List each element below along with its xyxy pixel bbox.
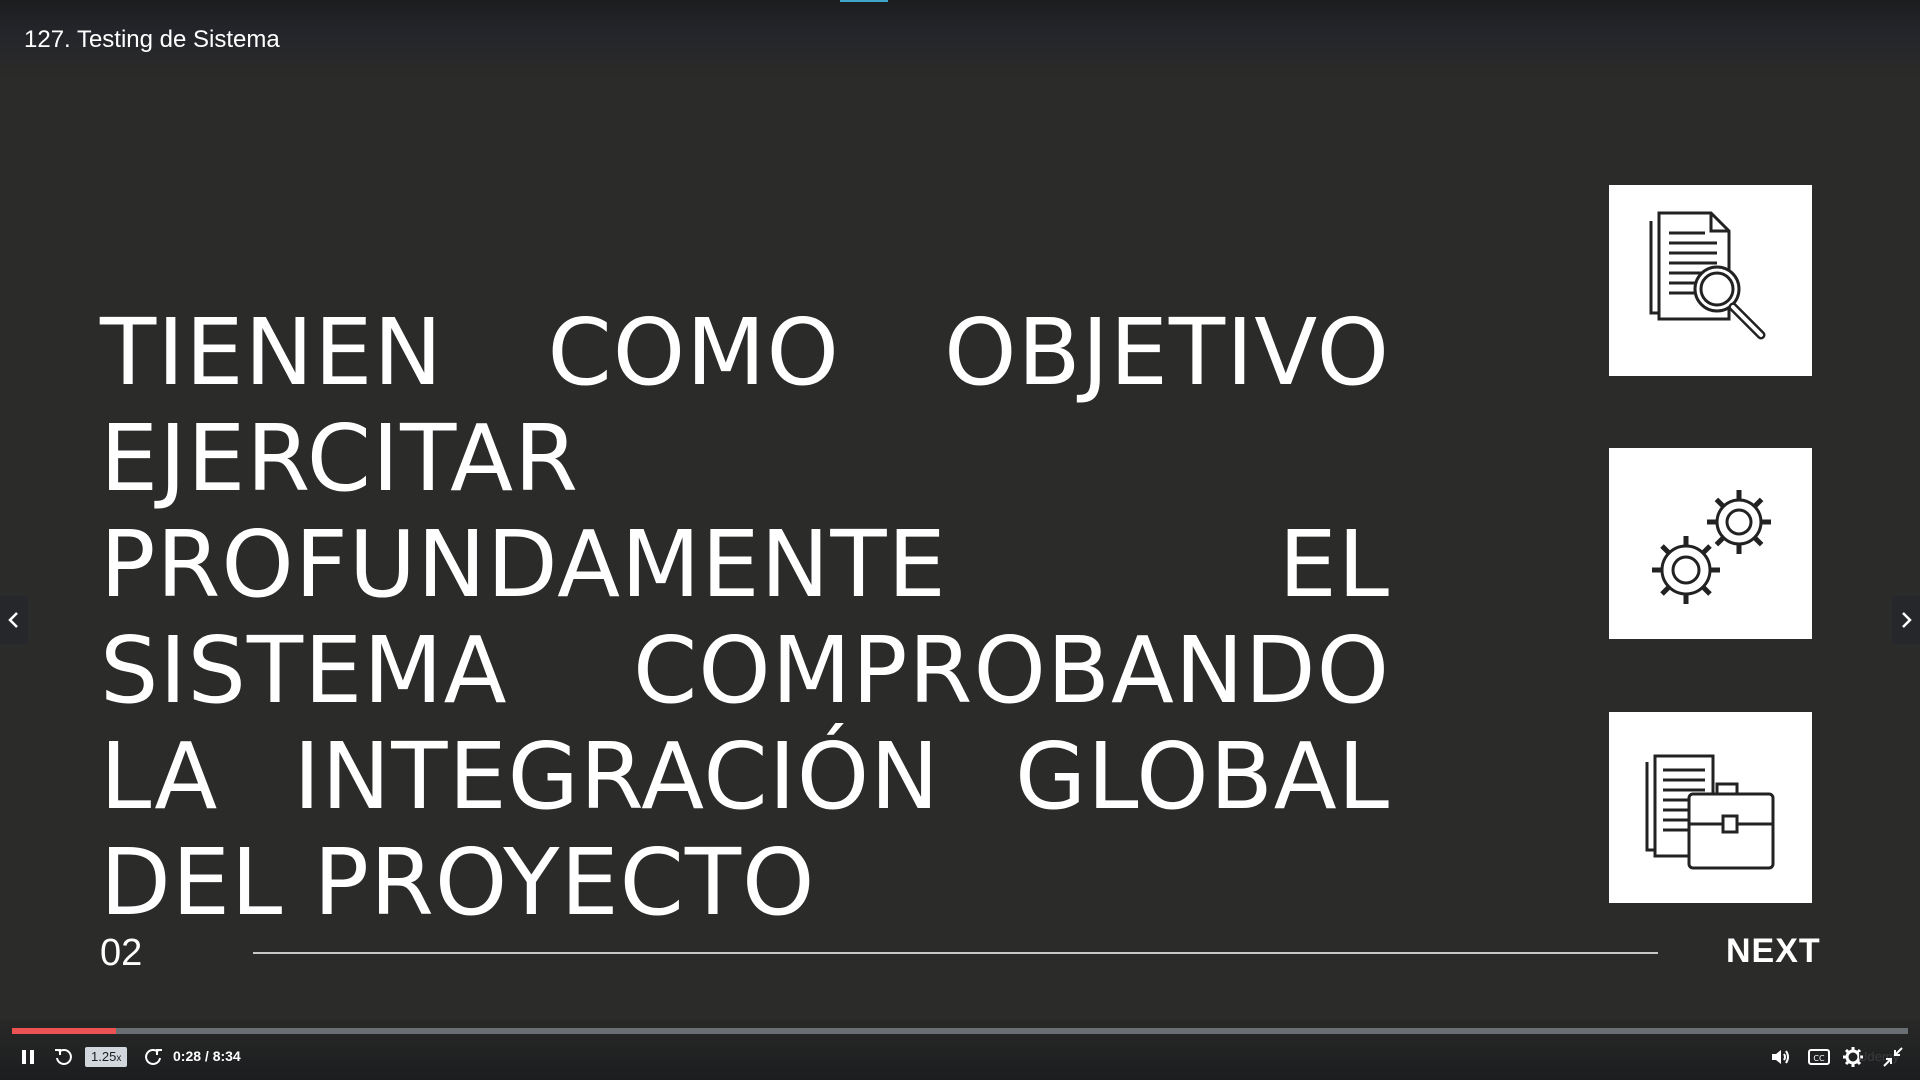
- slide-next-label: NEXT: [1726, 932, 1821, 970]
- forward-5-icon: [145, 1049, 162, 1065]
- captions-icon: CC: [1808, 1049, 1830, 1065]
- slide-headline: TIENEN COMO OBJETIVO EJERCITAR PROFUNDAM…: [100, 299, 1390, 936]
- lecture-title: 127. Testing de Sistema: [24, 26, 280, 53]
- top-bar: 127. Testing de Sistema: [0, 0, 1920, 80]
- previous-lecture-button[interactable]: [0, 596, 28, 644]
- gears-icon: [1609, 448, 1812, 639]
- svg-text:CC: CC: [1813, 1054, 1825, 1063]
- chevron-right-icon: [1902, 612, 1912, 628]
- documents-briefcase-icon: [1609, 712, 1812, 903]
- volume-icon: [1772, 1050, 1789, 1064]
- slide-stage: TIENEN COMO OBJETIVO EJERCITAR PROFUNDAM…: [0, 80, 1920, 1020]
- next-lecture-button[interactable]: [1892, 596, 1920, 644]
- top-accent-line: [840, 0, 888, 2]
- progress-bar-fill: [12, 1028, 117, 1034]
- rewind-button[interactable]: [52, 1044, 76, 1070]
- chevron-left-icon: [8, 612, 18, 628]
- pause-button[interactable]: [16, 1044, 40, 1070]
- playback-speed-value: 1.25: [91, 1049, 117, 1064]
- rewind-5-icon: [55, 1049, 72, 1065]
- playback-speed-suffix: x: [116, 1053, 122, 1064]
- exit-fullscreen-icon: [1883, 1047, 1903, 1067]
- exit-fullscreen-button[interactable]: [1880, 1044, 1906, 1070]
- document-magnifier-icon: [1609, 185, 1812, 376]
- pause-icon: [22, 1050, 34, 1064]
- forward-button[interactable]: [141, 1044, 165, 1070]
- playback-speed-button[interactable]: 1.25x: [85, 1047, 128, 1067]
- slide-divider: [253, 952, 1658, 954]
- progress-bar[interactable]: [12, 1028, 1908, 1034]
- captions-button[interactable]: CC: [1806, 1044, 1832, 1070]
- volume-button[interactable]: [1768, 1044, 1794, 1070]
- slide-number: 02: [100, 932, 143, 974]
- time-readout: 0:28 / 8:34: [173, 1048, 241, 1064]
